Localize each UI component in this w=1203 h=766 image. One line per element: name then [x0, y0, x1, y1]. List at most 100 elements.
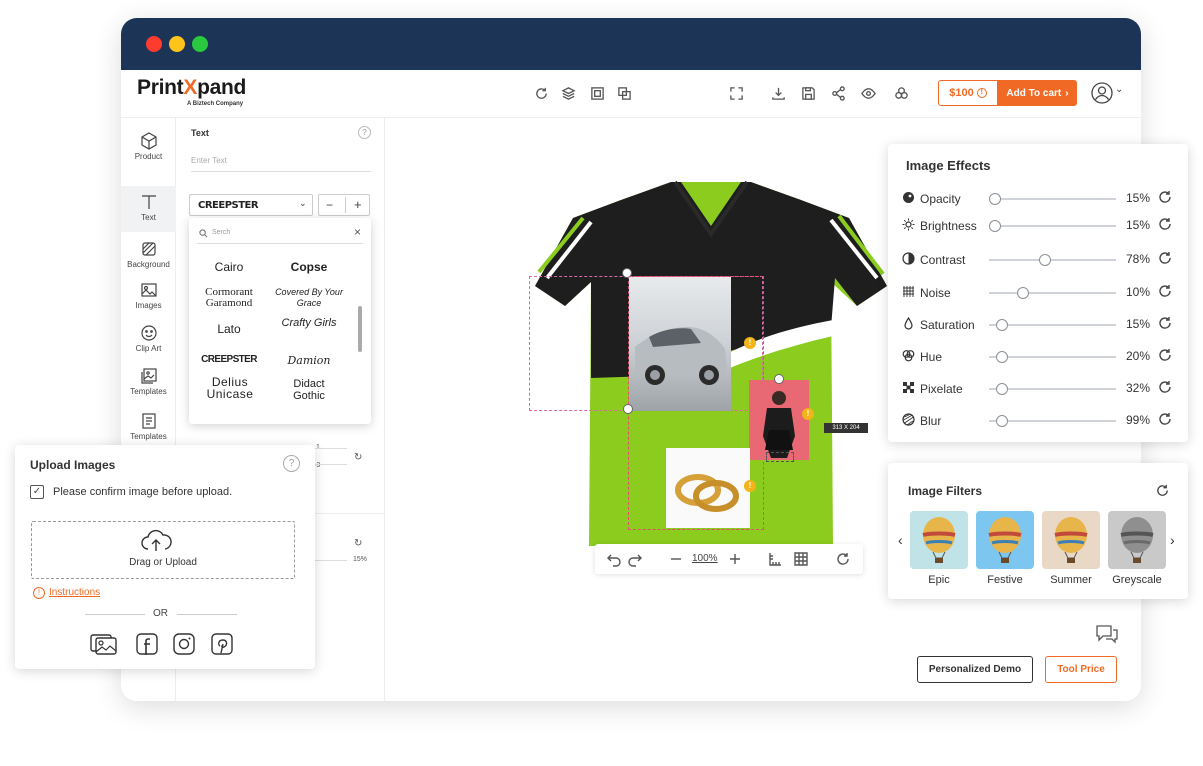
reset-icon[interactable]	[1157, 411, 1173, 427]
chat-icon[interactable]	[1095, 623, 1119, 645]
zoom-out-icon[interactable]	[668, 551, 684, 567]
filters-prev-arrow[interactable]: ‹	[898, 532, 903, 548]
reset-icon[interactable]: ↻	[354, 452, 368, 463]
user-avatar-icon[interactable]	[1091, 82, 1113, 104]
sidebar-item-images[interactable]: Images	[121, 281, 176, 325]
font-option-didact[interactable]: Didact Gothic	[279, 378, 339, 402]
slider-knob[interactable]	[1017, 287, 1030, 299]
close-icon[interactable]: ×	[354, 225, 361, 239]
car-image[interactable]	[629, 277, 731, 411]
brand-logo[interactable]: PrintXpand	[137, 76, 246, 100]
effect-slider[interactable]	[989, 351, 1116, 363]
instagram-icon[interactable]	[173, 633, 195, 655]
font-search-field[interactable]: Serch ×	[197, 224, 363, 244]
redo-icon[interactable]	[627, 551, 643, 567]
price-display[interactable]: $100!	[938, 80, 998, 106]
sidebar-item-text[interactable]: Text	[121, 186, 176, 232]
slider-knob[interactable]	[989, 193, 1002, 205]
reset-icon[interactable]	[1157, 189, 1173, 205]
reset-icon[interactable]	[1157, 379, 1173, 395]
font-select[interactable]: CREEPSTER ⌄	[189, 194, 313, 216]
font-option-creepster[interactable]: CREEPSTER	[189, 354, 269, 365]
3d-icon[interactable]	[891, 83, 911, 103]
reset-icon[interactable]	[1157, 347, 1173, 363]
refresh-icon[interactable]	[531, 83, 551, 103]
reset-icon[interactable]	[835, 551, 851, 567]
slider-knob[interactable]	[995, 415, 1008, 427]
font-option-damion[interactable]: Damion	[269, 354, 349, 367]
warning-icon[interactable]: !	[744, 480, 756, 492]
help-icon[interactable]: ?	[283, 455, 300, 472]
drop-zone[interactable]: Drag or Upload	[31, 521, 295, 579]
rotate-handle[interactable]	[774, 374, 784, 384]
instructions-link[interactable]: Instructions	[49, 587, 100, 598]
close-window-dot[interactable]	[146, 36, 162, 52]
effect-slider[interactable]	[989, 319, 1116, 331]
slider-knob[interactable]	[1038, 254, 1051, 266]
duplicate-icon[interactable]	[614, 83, 634, 103]
rotate-handle[interactable]	[622, 268, 632, 278]
font-option-covered[interactable]: Covered By Your Grace	[269, 287, 349, 309]
stepper-minus[interactable]: −	[326, 198, 333, 212]
font-size-stepper[interactable]: − +	[318, 194, 370, 216]
reset-icon[interactable]	[1155, 483, 1170, 498]
preview-icon[interactable]	[858, 83, 878, 103]
layers-icon[interactable]	[558, 83, 578, 103]
group-icon[interactable]	[587, 83, 607, 103]
filter-epic[interactable]: Epic	[910, 511, 968, 586]
move-handle[interactable]	[623, 404, 633, 414]
grid-icon[interactable]	[793, 551, 809, 567]
reset-icon[interactable]	[1157, 283, 1173, 299]
font-option-cormorant[interactable]: Cormorant Garamond	[189, 287, 269, 309]
save-icon[interactable]	[798, 83, 818, 103]
minimize-window-dot[interactable]	[169, 36, 185, 52]
maximize-window-dot[interactable]	[192, 36, 208, 52]
font-option-copse[interactable]: Copse	[269, 260, 349, 274]
zoom-in-icon[interactable]	[727, 551, 743, 567]
warning-icon[interactable]: !	[802, 408, 814, 420]
reset-icon[interactable]	[1157, 216, 1173, 232]
effect-slider[interactable]	[989, 383, 1116, 395]
filter-summer[interactable]: Summer	[1042, 511, 1100, 586]
chevron-down-icon[interactable]: ⌄	[1115, 84, 1123, 95]
zoom-level[interactable]: 100%	[692, 553, 718, 564]
help-icon[interactable]: ?	[358, 126, 371, 139]
reset-icon[interactable]: ↻	[354, 538, 368, 549]
font-option-delius[interactable]: Delius Unicase	[201, 376, 259, 400]
pinterest-icon[interactable]	[211, 633, 233, 655]
sidebar-item-templates[interactable]: Templates	[121, 367, 176, 411]
download-icon[interactable]	[768, 83, 788, 103]
person-image[interactable]	[749, 380, 809, 460]
sidebar-item-product[interactable]: Product	[121, 132, 176, 176]
tool-price-button[interactable]: Tool Price	[1045, 656, 1117, 683]
slider-knob[interactable]	[989, 220, 1002, 232]
share-icon[interactable]	[828, 83, 848, 103]
filter-greyscale[interactable]: Greyscale	[1108, 511, 1166, 586]
effect-slider[interactable]	[989, 220, 1116, 232]
slider-knob[interactable]	[995, 319, 1008, 331]
facebook-icon[interactable]	[136, 633, 158, 655]
sidebar-item-background[interactable]: Background	[121, 240, 176, 284]
filter-festive[interactable]: Festive	[976, 511, 1034, 586]
stepper-plus[interactable]: +	[354, 197, 362, 212]
font-option-cairo[interactable]: Cairo	[189, 260, 269, 274]
effect-slider[interactable]	[989, 254, 1116, 266]
slider-knob[interactable]	[995, 351, 1008, 363]
font-option-crafty[interactable]: Crafty Girls	[279, 317, 339, 329]
reset-icon[interactable]	[1157, 250, 1173, 266]
fullscreen-icon[interactable]	[726, 83, 746, 103]
effect-slider[interactable]	[989, 287, 1116, 299]
text-input[interactable]: Enter Text	[191, 150, 371, 172]
effect-slider[interactable]	[989, 415, 1116, 427]
undo-icon[interactable]	[606, 551, 622, 567]
warning-icon[interactable]: !	[744, 337, 756, 349]
effect-slider[interactable]	[989, 193, 1116, 205]
gallery-icon[interactable]	[90, 633, 118, 655]
font-option-lato[interactable]: Lato	[189, 322, 269, 336]
scrollbar[interactable]	[358, 306, 362, 352]
personalized-demo-button[interactable]: Personalized Demo	[917, 656, 1033, 683]
slider-knob[interactable]	[995, 383, 1008, 395]
filters-next-arrow[interactable]: ›	[1170, 532, 1175, 548]
sidebar-item-clip-art[interactable]: Clip Art	[121, 324, 176, 368]
ruler-icon[interactable]	[767, 551, 783, 567]
